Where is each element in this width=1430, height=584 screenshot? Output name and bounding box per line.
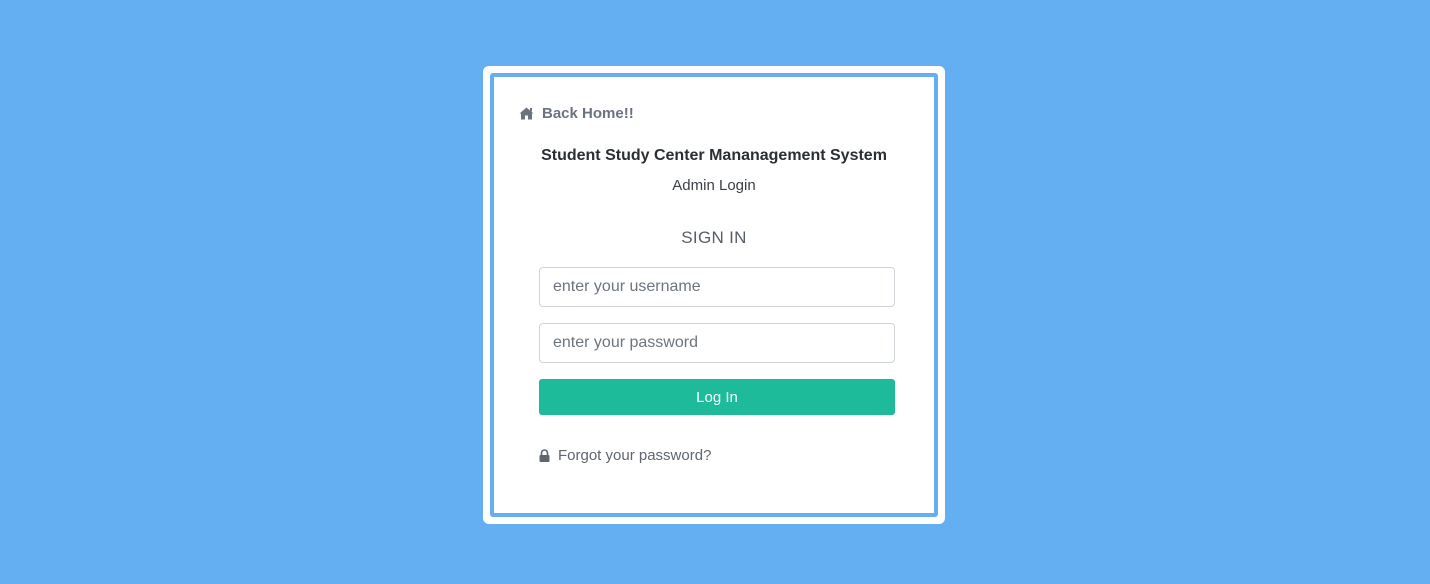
- back-home-label: Back Home!!: [542, 105, 634, 122]
- forgot-password-label: Forgot your password?: [558, 447, 712, 464]
- sign-in-heading: SIGN IN: [681, 228, 747, 247]
- back-home-link[interactable]: Back Home!!: [519, 105, 634, 122]
- system-title: Student Study Center Mananagement System: [541, 147, 887, 164]
- login-card-inner: Back Home!! Student Study Center Mananag…: [490, 73, 938, 517]
- lock-icon: [539, 449, 550, 462]
- username-input[interactable]: [539, 267, 895, 307]
- page-subtitle: Admin Login: [672, 177, 756, 194]
- home-icon: [519, 107, 534, 120]
- password-input[interactable]: [539, 323, 895, 363]
- forgot-password-link[interactable]: Forgot your password?: [539, 447, 711, 464]
- login-card: Back Home!! Student Study Center Mananag…: [483, 66, 945, 524]
- login-button[interactable]: Log In: [539, 379, 895, 415]
